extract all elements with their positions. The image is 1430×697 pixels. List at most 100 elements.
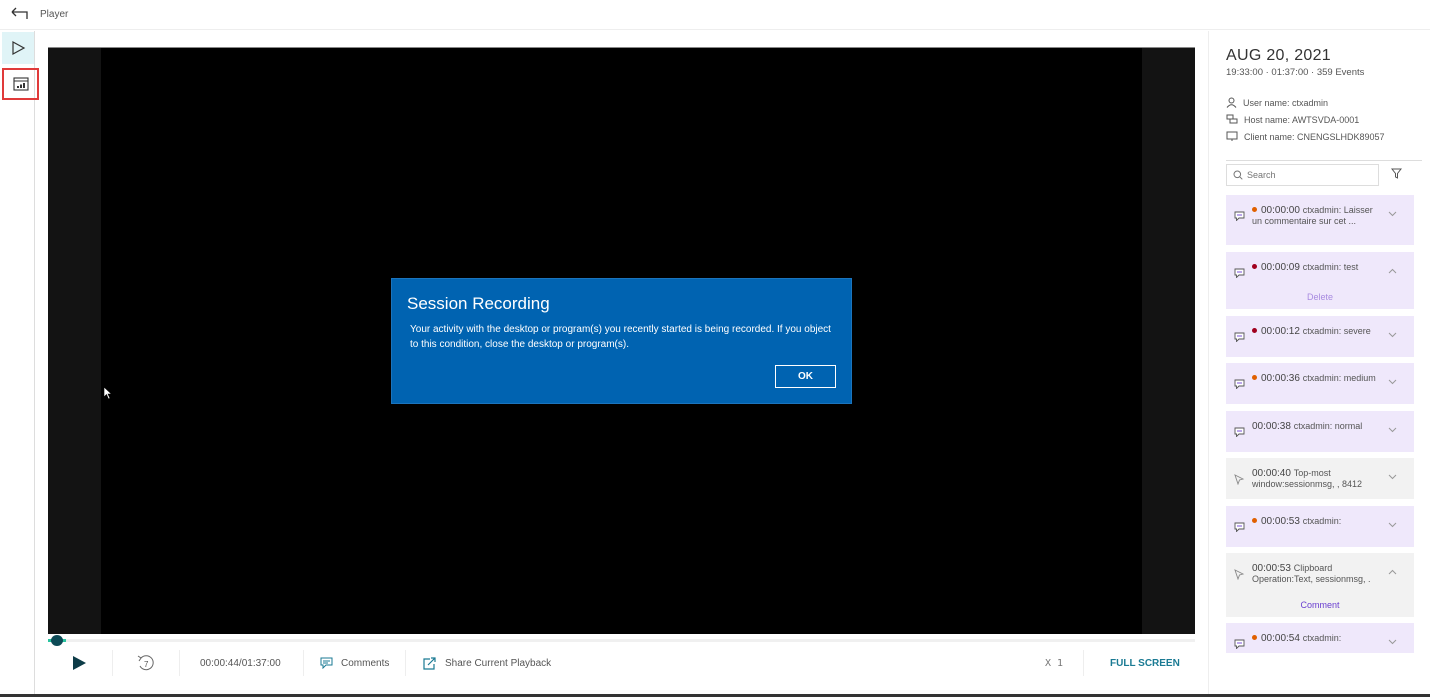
search-icon (1233, 170, 1243, 180)
comment-icon (1234, 639, 1245, 649)
event-item[interactable]: 00:00:09 ctxadmin: test Delete (1226, 252, 1414, 309)
severity-dot (1252, 518, 1257, 523)
event-description: ctxadmin: (1302, 516, 1342, 526)
video-player[interactable]: Session Recording Your activity with the… (48, 47, 1195, 634)
dashboard-chart-icon (12, 77, 29, 91)
event-time: 00:00:53 (1252, 563, 1294, 574)
comment-icon (1234, 332, 1245, 342)
event-description: ctxadmin: normal (1293, 421, 1363, 431)
event-text: 00:00:40 Top-most window:sessionmsg, , 8… (1252, 468, 1377, 489)
host-name: Host name: AWTSVDA-0001 (1244, 114, 1360, 125)
session-summary: 19:33:00 · 01:37:00 · 359 Events (1226, 67, 1365, 78)
fullscreen-button[interactable]: FULL SCREEN (1110, 648, 1180, 678)
comments-button[interactable]: Comments (320, 648, 389, 678)
event-text: 00:00:38 ctxadmin: normal (1252, 421, 1377, 432)
comment-icon (1234, 427, 1245, 437)
event-text: 00:00:54 ctxadmin: (1252, 633, 1377, 644)
rewind-7-seconds-button[interactable]: 7 (136, 648, 156, 678)
left-rail (0, 31, 39, 697)
mouse-cursor-icon (103, 386, 113, 400)
client-name: Client name: CNENGSLHDK89057 (1244, 131, 1385, 142)
event-item[interactable]: 00:00:36 ctxadmin: medium (1226, 363, 1414, 404)
delete-button[interactable]: Delete (1226, 292, 1414, 302)
event-time: 00:00:00 (1261, 205, 1303, 216)
divider (405, 650, 406, 676)
divider (303, 650, 304, 676)
event-description: ctxadmin: (1302, 633, 1342, 643)
divider (1083, 650, 1084, 676)
statistics-tab[interactable] (2, 68, 39, 100)
filter-icon[interactable] (1391, 168, 1402, 179)
play-icon (73, 656, 86, 670)
comment-icon (1234, 268, 1245, 278)
host-icon (1226, 114, 1238, 124)
event-time: 00:00:12 (1261, 326, 1303, 337)
chevron-up-icon[interactable] (1388, 268, 1397, 274)
event-item[interactable]: 00:00:54 ctxadmin: (1226, 623, 1414, 653)
chevron-down-icon[interactable] (1388, 427, 1397, 433)
chevron-down-icon[interactable] (1388, 379, 1397, 385)
svg-text:7: 7 (144, 660, 149, 669)
pointer-icon (1234, 474, 1245, 485)
playback-progress-bar[interactable] (48, 635, 1195, 646)
severity-dot (1252, 264, 1257, 269)
comment-button[interactable]: Comment (1226, 600, 1414, 610)
playback-speed-button[interactable]: X 1 (1045, 648, 1063, 678)
event-time: 00:00:36 (1261, 373, 1303, 384)
event-item[interactable]: 00:00:53 Clipboard Operation:Text, sessi… (1226, 553, 1414, 617)
comment-icon (320, 657, 333, 669)
event-item[interactable]: 00:00:12 ctxadmin: severe (1226, 316, 1414, 357)
play-button[interactable] (72, 648, 86, 678)
event-text: 00:00:09 ctxadmin: test (1252, 262, 1377, 273)
event-description: ctxadmin: medium (1302, 373, 1376, 383)
event-time: 00:00:54 (1261, 633, 1303, 644)
comments-label: Comments (341, 657, 390, 669)
host-name-row: Host name: AWTSVDA-0001 (1226, 114, 1359, 125)
back-arrow-icon[interactable] (10, 6, 30, 22)
share-label: Share Current Playback (445, 657, 552, 669)
client-name-row: Client name: CNENGSLHDK89057 (1226, 131, 1385, 142)
divider (179, 650, 180, 676)
chevron-up-icon[interactable] (1388, 569, 1397, 575)
divider (112, 650, 113, 676)
page-title: Player (40, 9, 69, 20)
search-input[interactable] (1247, 170, 1367, 180)
letterbox-right (1142, 48, 1195, 634)
event-item[interactable]: 00:00:53 ctxadmin: (1226, 506, 1414, 547)
chevron-down-icon[interactable] (1388, 332, 1397, 338)
comment-icon (1234, 522, 1245, 532)
event-description: ctxadmin: test (1302, 262, 1359, 272)
chevron-down-icon[interactable] (1388, 639, 1397, 645)
event-item[interactable]: 00:00:00 ctxadmin: Laisser un commentair… (1226, 195, 1414, 245)
rewind-7-icon: 7 (137, 655, 154, 671)
chevron-down-icon[interactable] (1388, 522, 1397, 528)
severity-dot (1252, 375, 1257, 380)
share-playback-button[interactable]: Share Current Playback (423, 648, 551, 678)
event-description: ctxadmin: severe (1302, 326, 1371, 336)
user-icon (1226, 97, 1237, 108)
event-time: 00:00:38 (1252, 421, 1294, 432)
time-readout: 00:00:44/01:37:00 (200, 657, 281, 669)
comment-icon (1234, 211, 1245, 221)
comment-icon (1234, 379, 1245, 389)
event-text: 00:00:53 Clipboard Operation:Text, sessi… (1252, 563, 1377, 584)
divider (1226, 160, 1422, 161)
chevron-down-icon[interactable] (1388, 211, 1397, 217)
pointer-icon (1234, 569, 1245, 580)
event-item[interactable]: 00:00:40 Top-most window:sessionmsg, , 8… (1226, 458, 1414, 499)
session-recording-dialog: Session Recording Your activity with the… (391, 278, 852, 404)
event-item[interactable]: 00:00:38 ctxadmin: normal (1226, 411, 1414, 452)
session-date: AUG 20, 2021 (1226, 47, 1331, 64)
event-time: 00:00:40 (1252, 468, 1294, 479)
event-text: 00:00:00 ctxadmin: Laisser un commentair… (1252, 205, 1377, 226)
progress-handle[interactable] (51, 635, 63, 646)
severity-dot (1252, 328, 1257, 333)
letterbox-left (48, 48, 101, 634)
event-time: 00:00:53 (1261, 516, 1303, 527)
event-search (1226, 164, 1379, 186)
monitor-icon (1226, 131, 1238, 141)
chevron-down-icon[interactable] (1388, 474, 1397, 480)
share-icon (423, 656, 436, 670)
player-tab[interactable] (2, 32, 34, 64)
severity-dot (1252, 207, 1257, 212)
